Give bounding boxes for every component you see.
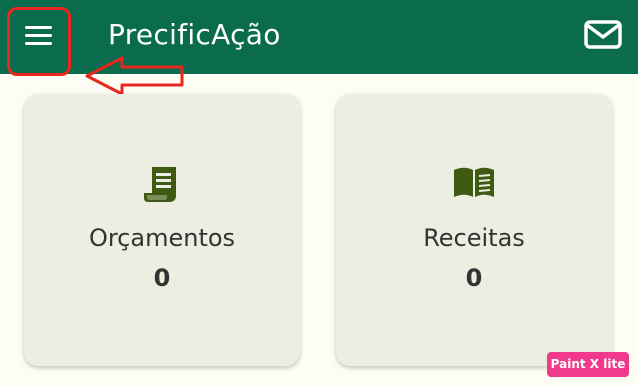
card-label: Orçamentos bbox=[88, 224, 236, 252]
card-receitas[interactable]: Receitas 0 bbox=[336, 94, 612, 366]
annotation-highlight-box bbox=[7, 7, 71, 76]
mail-icon bbox=[584, 20, 622, 49]
watermark-badge: Paint X lite bbox=[547, 352, 629, 377]
receipt-icon bbox=[144, 167, 176, 202]
book-icon bbox=[454, 167, 494, 197]
mail-button[interactable] bbox=[582, 18, 626, 54]
card-label: Receitas bbox=[423, 224, 525, 252]
card-count: 0 bbox=[153, 264, 171, 292]
card-count: 0 bbox=[465, 264, 483, 292]
app-title: PrecificAção bbox=[108, 18, 281, 51]
card-orcamentos[interactable]: Orçamentos 0 bbox=[24, 94, 300, 366]
